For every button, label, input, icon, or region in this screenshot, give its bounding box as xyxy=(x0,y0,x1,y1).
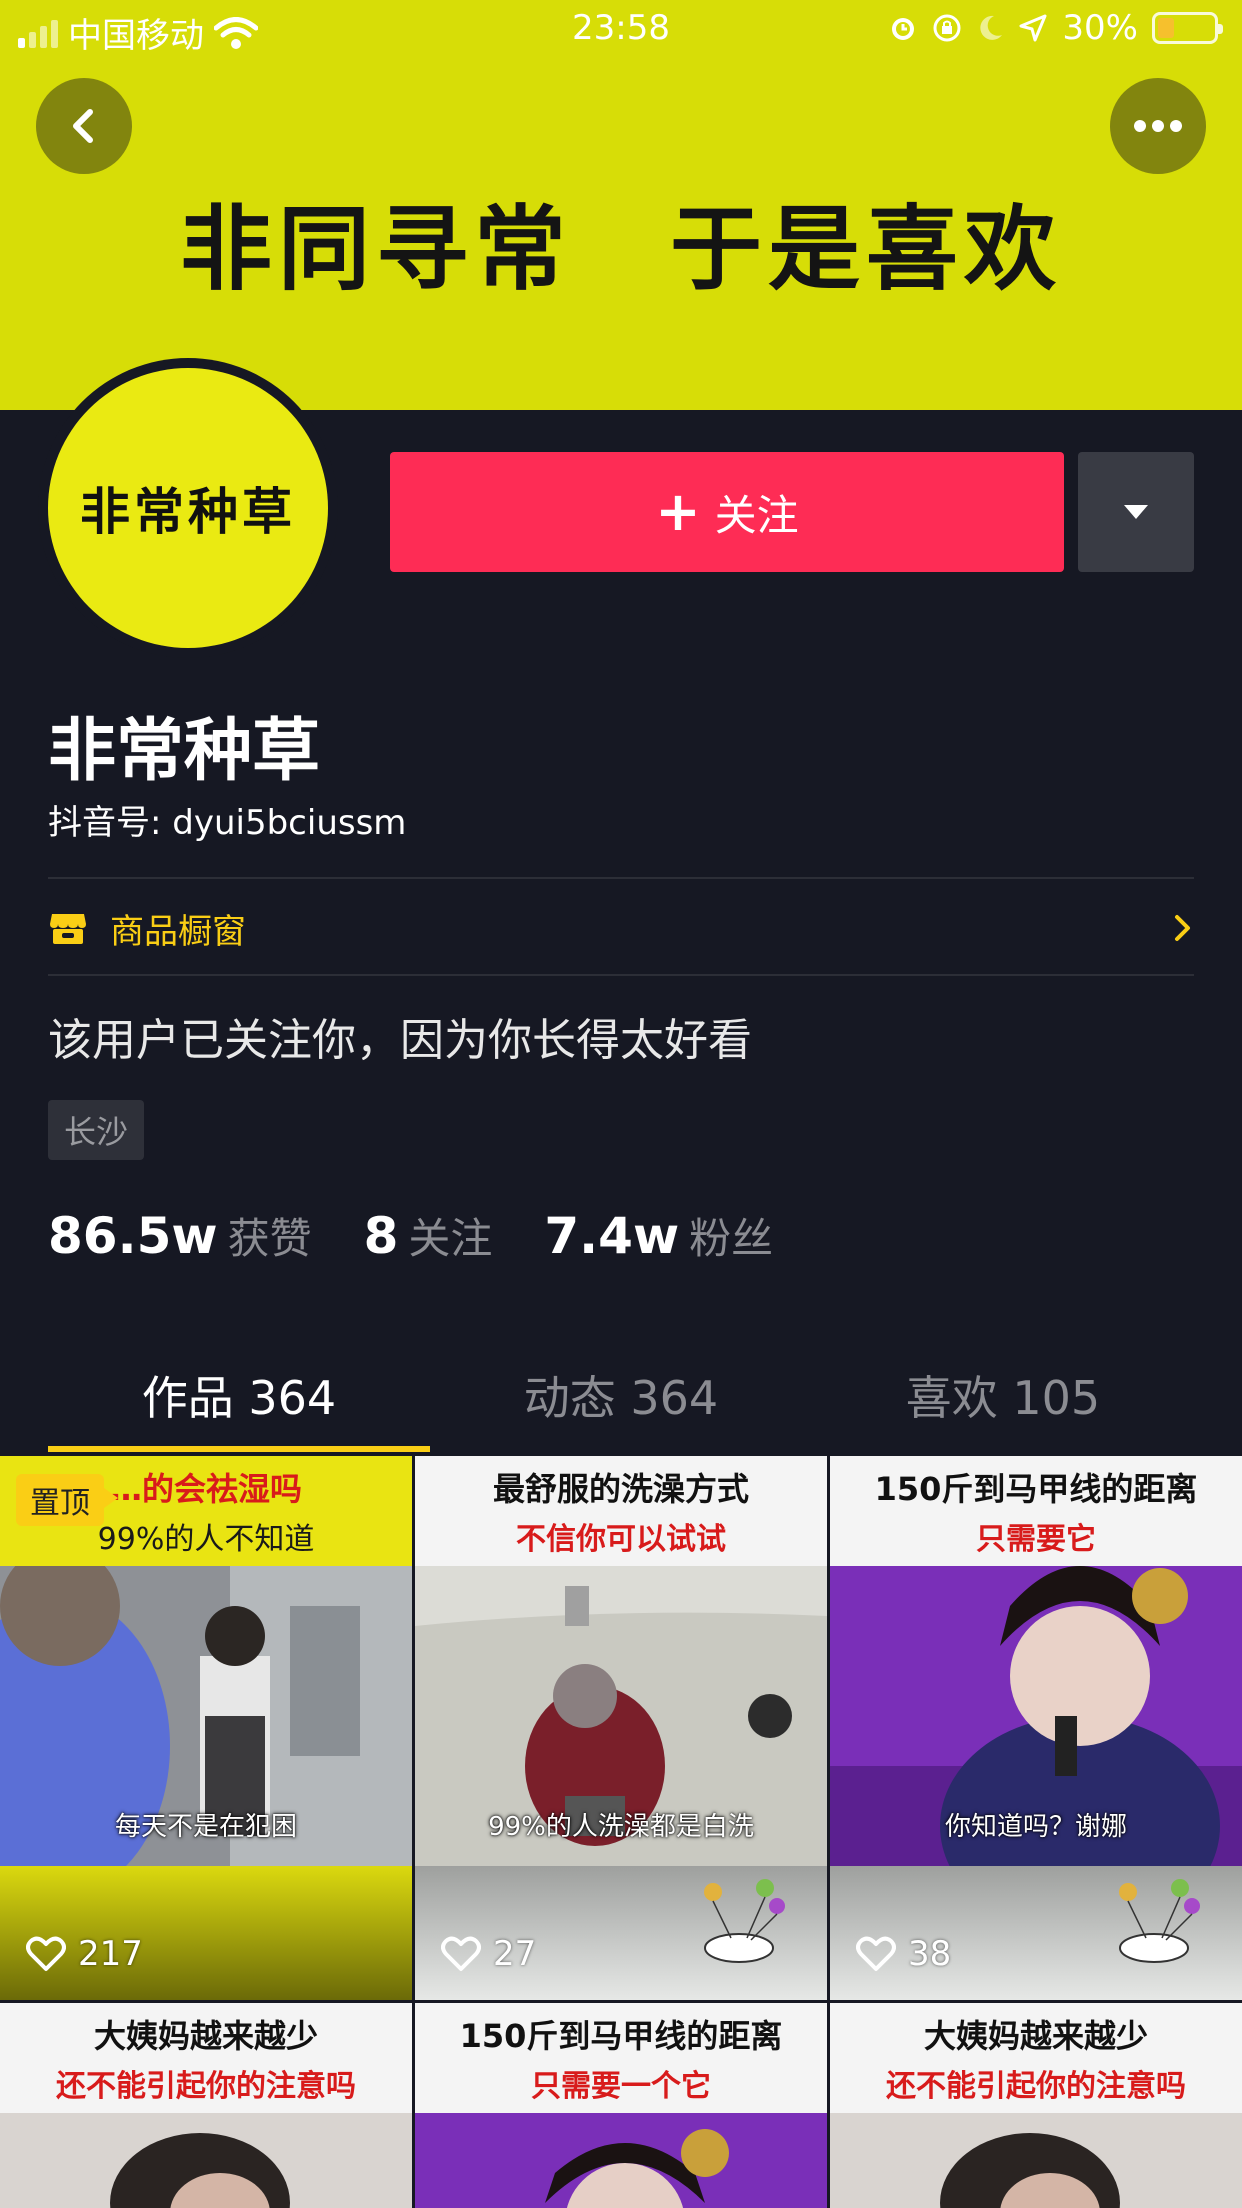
shop-window-label: 商品橱窗 xyxy=(110,911,246,952)
stat-number: 86.5w xyxy=(48,1207,218,1265)
chevron-right-icon xyxy=(1175,915,1190,941)
like-number: 217 xyxy=(78,1934,143,1974)
caption-line: 150斤到马甲线的距离 xyxy=(874,1470,1198,1508)
more-button[interactable] xyxy=(1110,78,1206,174)
balloon-cloud-icon xyxy=(1119,1879,1200,1963)
follow-button[interactable]: + 关注 xyxy=(390,452,1064,572)
caption-line: 还不能引起你的注意吗 xyxy=(886,2069,1186,2104)
status-bar: 中国移动 23:58 30% xyxy=(0,0,1242,56)
scene-subtitle: 每天不是在犯困 xyxy=(114,1812,297,1842)
battery-icon xyxy=(1152,12,1223,44)
active-tab-indicator xyxy=(48,1446,430,1452)
video-thumbnail[interactable]: 大姨妈越来越少 还不能引起你的注意吗 xyxy=(0,2003,412,2208)
caret-down-icon xyxy=(1124,505,1148,519)
heart-icon xyxy=(26,1936,66,1971)
tab-works[interactable]: 作品 364 xyxy=(48,1340,430,1450)
caption-line: 最舒服的洗澡方式 xyxy=(492,1470,749,1508)
divider xyxy=(48,877,1194,879)
pinned-badge: 置顶 xyxy=(16,1474,118,1526)
video-thumbnail[interactable]: 最舒服的洗澡方式 不信你可以试试 99%的人洗澡都是白洗 27 xyxy=(415,1456,827,2000)
caption-line: 只需要它 xyxy=(976,1522,1096,1557)
like-count: 27 xyxy=(441,1934,536,1974)
video-thumbnail[interactable]: …的会祛湿吗 99%的人不知道 每天不是在犯困 置顶 217 xyxy=(0,1456,412,2000)
caption-line: 150斤到马甲线的距离 xyxy=(459,2017,783,2055)
like-number: 27 xyxy=(493,1934,537,1974)
chevron-left-icon xyxy=(73,109,93,143)
profile-name: 非常种草 xyxy=(48,712,321,791)
plus-icon: + xyxy=(655,480,701,543)
follow-label: 关注 xyxy=(714,490,799,540)
alarm-icon xyxy=(892,18,915,40)
video-caption: 大姨妈越来越少 还不能引起你的注意吗 xyxy=(0,2003,412,2113)
video-caption: 最舒服的洗澡方式 不信你可以试试 xyxy=(415,1456,827,1566)
like-count: 217 xyxy=(26,1934,143,1974)
heart-icon xyxy=(856,1936,896,1971)
douyin-id[interactable]: 抖音号: dyui5bciussm xyxy=(48,795,406,844)
avatar-text: 非常种草 xyxy=(48,368,328,648)
back-button[interactable] xyxy=(36,78,132,174)
divider xyxy=(48,974,1194,976)
location-tag: 长沙 xyxy=(48,1100,145,1160)
video-thumbnail[interactable]: 150斤到马甲线的距离 只需要一个它 xyxy=(415,2003,827,2208)
tab-likes[interactable]: 喜欢 105 xyxy=(812,1340,1194,1450)
stat-likes: 86.5w 获赞 xyxy=(48,1205,312,1266)
caption-line: 大姨妈越来越少 xyxy=(923,2017,1148,2055)
like-number: 38 xyxy=(908,1934,952,1974)
profile-banner: 非同寻常 于是喜欢 xyxy=(0,0,1242,410)
like-count: 38 xyxy=(856,1934,951,1974)
stat-number: 8 xyxy=(363,1207,399,1265)
caption-line: …的会祛湿吗 xyxy=(109,1470,302,1508)
balloon-cloud-icon xyxy=(704,1879,785,1963)
caption-line: 99%的人不知道 xyxy=(97,1522,315,1557)
stat-following[interactable]: 8 关注 xyxy=(364,1205,493,1266)
video-grid: …的会祛湿吗 99%的人不知道 每天不是在犯困 置顶 217 最舒服的洗澡方式 … xyxy=(0,1456,1242,2208)
stat-number: 7.4w xyxy=(544,1207,680,1265)
battery-percent: 30% xyxy=(1062,8,1138,48)
video-caption: 150斤到马甲线的距离 只需要它 xyxy=(830,1456,1242,1566)
video-scene-image xyxy=(415,2113,827,2208)
stat-label: 获赞 xyxy=(227,1214,312,1263)
location-icon xyxy=(1019,14,1047,42)
rotation-lock-icon xyxy=(933,14,961,42)
content-tabs: 作品 364 动态 364 喜欢 105 xyxy=(0,1340,1242,1450)
avatar[interactable]: 非常种草 xyxy=(38,358,338,658)
thumbnail-fade xyxy=(0,1866,412,2000)
scene-subtitle: 99%的人洗澡都是白洗 xyxy=(488,1812,754,1842)
heart-icon xyxy=(441,1936,481,1971)
scene-subtitle: 你知道吗？谢娜 xyxy=(944,1812,1127,1842)
caption-line: 不信你可以试试 xyxy=(516,1522,726,1557)
profile-stats: 86.5w 获赞 8 关注 7.4w 粉丝 xyxy=(48,1205,825,1266)
recommend-dropdown-button[interactable] xyxy=(1078,452,1194,572)
video-thumbnail[interactable]: 大姨妈越来越少 还不能引起你的注意吗 xyxy=(830,2003,1242,2208)
video-caption: 150斤到马甲线的距离 只需要一个它 xyxy=(415,2003,827,2113)
moon-icon xyxy=(980,15,1003,40)
video-scene-image xyxy=(0,2113,412,2208)
stat-followers[interactable]: 7.4w 粉丝 xyxy=(544,1205,773,1266)
banner-text: 非同寻常 于是喜欢 xyxy=(179,196,1062,303)
shop-icon xyxy=(50,914,86,944)
stat-label: 粉丝 xyxy=(689,1214,774,1263)
caption-line: 只需要一个它 xyxy=(531,2069,711,2104)
tab-dynamics[interactable]: 动态 364 xyxy=(430,1340,812,1450)
more-dots-icon xyxy=(1134,120,1182,132)
stat-label: 关注 xyxy=(408,1214,493,1263)
video-caption: 大姨妈越来越少 还不能引起你的注意吗 xyxy=(830,2003,1242,2113)
video-scene-image xyxy=(830,2113,1242,2208)
caption-line: 大姨妈越来越少 xyxy=(93,2017,318,2055)
shop-window-row[interactable]: 商品橱窗 xyxy=(48,880,1194,976)
profile-bio: 该用户已关注你，因为你长得太好看 xyxy=(48,1015,752,1066)
caption-line: 还不能引起你的注意吗 xyxy=(56,2069,356,2104)
video-thumbnail[interactable]: 150斤到马甲线的距离 只需要它 你知道吗？谢娜 38 xyxy=(830,1456,1242,2000)
